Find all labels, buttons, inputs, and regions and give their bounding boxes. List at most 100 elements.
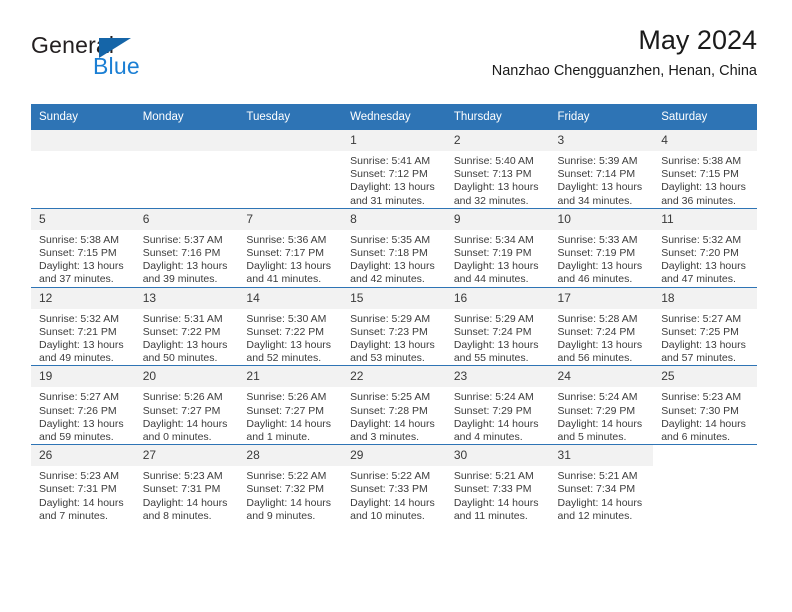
- brand-logo[interactable]: General Blue: [31, 32, 241, 88]
- day-number: 24: [549, 366, 654, 388]
- calendar-day-cell[interactable]: 10 Sunrise: 5:33 AM Sunset: 7:19 PM Dayligh…: [549, 207, 654, 288]
- daylight-duration-line2: and 0 minutes.: [142, 431, 212, 444]
- day-number: [31, 130, 135, 151]
- weekday-header-wednesday: Wednesday: [342, 104, 446, 130]
- daylight-duration-line2: and 3 minutes.: [350, 431, 419, 444]
- calendar-day-cell[interactable]: 28 Sunrise: 5:22 AM Sunset: 7:32 PM Dayligh…: [238, 444, 343, 524]
- sunrise-time: Sunrise: 5:26 AM: [142, 391, 223, 404]
- day-details: Sunrise: 5:22 AM Sunset: 7:32 PM Daylight:…: [238, 466, 342, 523]
- sunset-time: Sunset: 7:33 PM: [350, 483, 428, 496]
- daylight-duration-line2: and 44 minutes.: [453, 273, 529, 286]
- day-details: Sunrise: 5:22 AM Sunset: 7:33 PM Daylight:…: [342, 466, 446, 523]
- sunrise-time: Sunrise: 5:25 AM: [350, 391, 431, 404]
- daylight-duration-line2: and 5 minutes.: [557, 431, 627, 444]
- sunset-time: Sunset: 7:21 PM: [39, 325, 117, 338]
- calendar-day-cell[interactable]: 8 Sunrise: 5:35 AM Sunset: 7:18 PM Daylight…: [342, 207, 446, 288]
- calendar-day-cell[interactable]: 26 Sunrise: 5:23 AM Sunset: 7:31 PM Dayligh…: [31, 444, 135, 524]
- calendar-day-cell[interactable]: 15 Sunrise: 5:29 AM Sunset: 7:23 PM Dayligh…: [342, 286, 446, 366]
- daylight-duration-line2: and 49 minutes.: [39, 352, 114, 365]
- day-number: [134, 130, 239, 151]
- calendar-week-row: 5 Sunrise: 5:38 AM Sunset: 7:15 PM Daylight…: [31, 207, 757, 288]
- calendar-day-cell[interactable]: 6 Sunrise: 5:37 AM Sunset: 7:16 PM Daylight…: [134, 207, 239, 288]
- calendar-day-cell[interactable]: 27 Sunrise: 5:23 AM Sunset: 7:31 PM Dayligh…: [134, 444, 239, 524]
- sunrise-time: Sunrise: 5:31 AM: [142, 312, 223, 325]
- day-number: [238, 130, 343, 151]
- daylight-duration-line2: and 41 minutes.: [246, 273, 322, 286]
- sunset-time: Sunset: 7:31 PM: [142, 483, 221, 496]
- daylight-duration-line1: Daylight: 13 hours: [453, 339, 539, 352]
- calendar-day-cell[interactable]: 13 Sunrise: 5:31 AM Sunset: 7:22 PM Dayligh…: [134, 286, 239, 366]
- day-number: 14: [238, 287, 343, 309]
- day-number: 6: [134, 208, 239, 230]
- calendar-day-cell[interactable]: 17 Sunrise: 5:28 AM Sunset: 7:24 PM Dayligh…: [549, 286, 654, 366]
- day-number: 27: [134, 445, 239, 467]
- calendar-week-row: 1 Sunrise: 5:41 AM Sunset: 7:12 PM Daylight…: [31, 130, 757, 209]
- sunrise-time: Sunrise: 5:29 AM: [350, 312, 431, 325]
- day-number: 8: [342, 208, 446, 230]
- sunset-time: Sunset: 7:20 PM: [661, 247, 739, 260]
- calendar-week-row: 19 Sunrise: 5:27 AM Sunset: 7:26 PM Dayligh…: [31, 365, 757, 445]
- daylight-duration-line1: Daylight: 13 hours: [453, 181, 539, 194]
- calendar-day-cell[interactable]: 4 Sunrise: 5:38 AM Sunset: 7:15 PM Daylight…: [653, 130, 757, 209]
- day-details: Sunrise: 5:25 AM Sunset: 7:28 PM Daylight:…: [342, 387, 446, 444]
- sunrise-time: Sunrise: 5:21 AM: [453, 470, 534, 483]
- day-number: 30: [445, 445, 550, 467]
- calendar-day-cell[interactable]: 30 Sunrise: 5:21 AM Sunset: 7:33 PM Dayligh…: [445, 444, 550, 524]
- calendar-day-cell[interactable]: 7 Sunrise: 5:36 AM Sunset: 7:17 PM Daylight…: [238, 207, 343, 288]
- sunset-time: Sunset: 7:27 PM: [246, 404, 325, 417]
- daylight-duration-line1: Daylight: 13 hours: [39, 260, 124, 273]
- calendar-day-cell[interactable]: 20 Sunrise: 5:26 AM Sunset: 7:27 PM Dayligh…: [134, 365, 239, 445]
- daylight-duration-line2: and 59 minutes.: [39, 431, 114, 444]
- sunset-time: Sunset: 7:31 PM: [39, 483, 117, 496]
- calendar-day-cell[interactable]: 25 Sunrise: 5:23 AM Sunset: 7:30 PM Dayligh…: [653, 365, 757, 445]
- calendar-day-cell[interactable]: 14 Sunrise: 5:30 AM Sunset: 7:22 PM Dayligh…: [238, 286, 343, 366]
- weekday-header-sunday: Sunday: [31, 104, 135, 130]
- calendar-week-row: 26 Sunrise: 5:23 AM Sunset: 7:31 PM Dayligh…: [31, 444, 757, 524]
- calendar-day-cell[interactable]: 18 Sunrise: 5:27 AM Sunset: 7:25 PM Dayligh…: [653, 286, 757, 366]
- sunset-time: Sunset: 7:30 PM: [661, 404, 739, 417]
- calendar-day-cell[interactable]: 23 Sunrise: 5:24 AM Sunset: 7:29 PM Dayligh…: [445, 365, 550, 445]
- day-number: 28: [238, 445, 343, 467]
- calendar-day-cell[interactable]: 5 Sunrise: 5:38 AM Sunset: 7:15 PM Daylight…: [31, 207, 135, 288]
- daylight-duration-line2: and 4 minutes.: [453, 431, 523, 444]
- calendar-day-cell[interactable]: 1 Sunrise: 5:41 AM Sunset: 7:12 PM Daylight…: [342, 130, 446, 209]
- daylight-duration-line2: and 47 minutes.: [661, 273, 736, 286]
- sunset-time: Sunset: 7:29 PM: [453, 404, 532, 417]
- location-subtitle: Nanzhao Chengguanzhen, Henan, China: [491, 63, 757, 79]
- sunrise-time: Sunrise: 5:23 AM: [661, 391, 742, 404]
- day-details: Sunrise: 5:23 AM Sunset: 7:31 PM Daylight:…: [31, 466, 135, 523]
- day-number: 13: [134, 287, 239, 309]
- calendar-day-cell[interactable]: 16 Sunrise: 5:29 AM Sunset: 7:24 PM Dayligh…: [445, 286, 550, 366]
- calendar-day-cell[interactable]: 24 Sunrise: 5:24 AM Sunset: 7:29 PM Dayligh…: [549, 365, 654, 445]
- day-details: Sunrise: 5:39 AM Sunset: 7:14 PM Daylight:…: [550, 151, 654, 208]
- calendar-day-cell[interactable]: 2 Sunrise: 5:40 AM Sunset: 7:13 PM Daylight…: [445, 130, 550, 209]
- daylight-duration-line2: and 9 minutes.: [246, 509, 316, 522]
- calendar-day-cell[interactable]: 21 Sunrise: 5:26 AM Sunset: 7:27 PM Dayligh…: [238, 365, 343, 445]
- calendar-day-cell[interactable]: 22 Sunrise: 5:25 AM Sunset: 7:28 PM Dayligh…: [342, 365, 446, 445]
- calendar-day-cell[interactable]: 9 Sunrise: 5:34 AM Sunset: 7:19 PM Daylight…: [445, 207, 550, 288]
- daylight-duration-line1: Daylight: 14 hours: [661, 417, 746, 430]
- calendar-day-cell[interactable]: 12 Sunrise: 5:32 AM Sunset: 7:21 PM Dayligh…: [31, 286, 135, 366]
- calendar-day-cell[interactable]: 11 Sunrise: 5:32 AM Sunset: 7:20 PM Dayligh…: [653, 207, 757, 288]
- day-details: Sunrise: 5:29 AM Sunset: 7:23 PM Daylight:…: [342, 309, 446, 366]
- sunset-time: Sunset: 7:24 PM: [557, 325, 636, 338]
- sunset-time: Sunset: 7:28 PM: [350, 404, 428, 417]
- day-details: Sunrise: 5:31 AM Sunset: 7:22 PM Daylight:…: [135, 309, 239, 366]
- daylight-duration-line2: and 56 minutes.: [557, 352, 633, 365]
- weekday-header-tuesday: Tuesday: [238, 104, 343, 130]
- calendar-day-cell[interactable]: 31 Sunrise: 5:21 AM Sunset: 7:34 PM Dayligh…: [549, 444, 654, 524]
- day-number: 3: [549, 130, 654, 151]
- sunset-time: Sunset: 7:15 PM: [661, 168, 739, 181]
- daylight-duration-line2: and 55 minutes.: [453, 352, 529, 365]
- calendar-day-cell[interactable]: 3 Sunrise: 5:39 AM Sunset: 7:14 PM Daylight…: [549, 130, 654, 209]
- day-number: 5: [31, 208, 135, 230]
- sunset-time: Sunset: 7:15 PM: [39, 247, 117, 260]
- calendar-day-cell-empty: [134, 130, 239, 209]
- brand-name-blue: Blue: [93, 53, 140, 79]
- day-number: 10: [549, 208, 654, 230]
- day-details: Sunrise: 5:24 AM Sunset: 7:29 PM Daylight:…: [446, 387, 550, 444]
- calendar-day-cell[interactable]: 29 Sunrise: 5:22 AM Sunset: 7:33 PM Dayligh…: [342, 444, 446, 524]
- daylight-duration-line2: and 57 minutes.: [661, 352, 736, 365]
- calendar-day-cell[interactable]: 19 Sunrise: 5:27 AM Sunset: 7:26 PM Dayligh…: [31, 365, 135, 445]
- daylight-duration-line2: and 12 minutes.: [557, 509, 633, 522]
